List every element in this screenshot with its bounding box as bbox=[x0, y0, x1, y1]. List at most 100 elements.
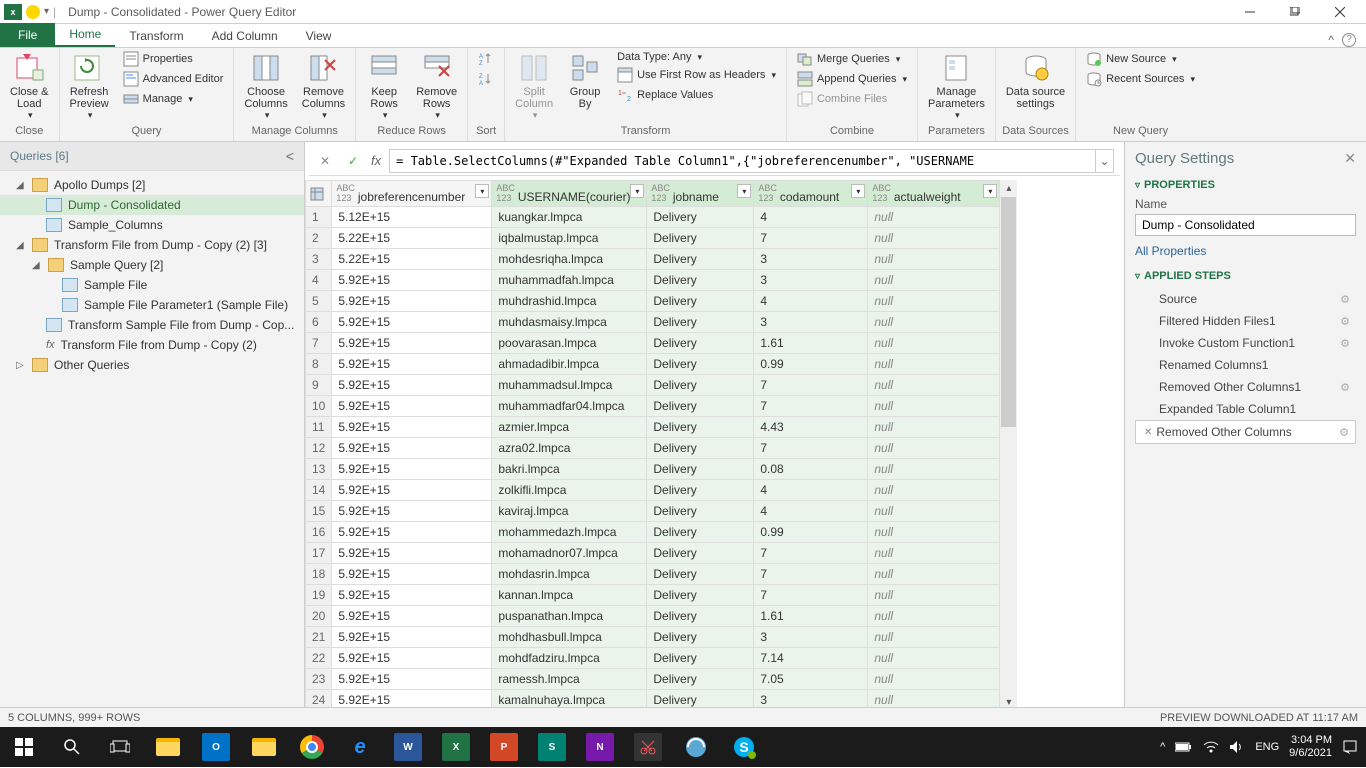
grid-cell[interactable]: Delivery bbox=[647, 354, 754, 375]
grid-cell[interactable]: 5.92E+15 bbox=[332, 648, 492, 669]
row-header[interactable]: 21 bbox=[306, 627, 332, 648]
applied-step[interactable]: Source⚙ bbox=[1135, 288, 1356, 310]
grid-cell[interactable]: 7 bbox=[754, 564, 868, 585]
remove-rows-button[interactable]: Remove Rows▾ bbox=[412, 50, 461, 123]
grid-cell[interactable]: 4 bbox=[754, 207, 868, 228]
smiley-icon[interactable] bbox=[26, 5, 40, 19]
grid-cell[interactable]: 5.92E+15 bbox=[332, 669, 492, 690]
close-load-button[interactable]: Close & Load▾ bbox=[6, 50, 53, 123]
tab-transform[interactable]: Transform bbox=[115, 25, 197, 47]
tree-arrow-icon[interactable]: ◢ bbox=[16, 180, 26, 191]
row-header[interactable]: 13 bbox=[306, 459, 332, 480]
maximize-button[interactable] bbox=[1272, 0, 1317, 24]
column-header[interactable]: ABC123codamount▾ bbox=[754, 181, 868, 207]
refresh-preview-button[interactable]: Refresh Preview▾ bbox=[66, 50, 113, 123]
grid-cell[interactable]: null bbox=[868, 585, 1000, 606]
query-name-input[interactable] bbox=[1135, 214, 1356, 236]
keep-rows-button[interactable]: Keep Rows▾ bbox=[362, 50, 406, 123]
tab-view[interactable]: View bbox=[292, 25, 346, 47]
app-word[interactable]: W bbox=[384, 727, 432, 767]
grid-cell[interactable]: ramessh.lmpca bbox=[492, 669, 647, 690]
applied-step[interactable]: ✕Removed Other Columns⚙ bbox=[1135, 420, 1356, 444]
tree-item[interactable]: Dump - Consolidated bbox=[0, 195, 304, 215]
fx-icon[interactable]: fx bbox=[371, 153, 381, 168]
task-view-button[interactable] bbox=[96, 727, 144, 767]
grid-cell[interactable]: 5.92E+15 bbox=[332, 312, 492, 333]
recent-sources-button[interactable]: Recent Sources▾ bbox=[1082, 70, 1199, 88]
grid-cell[interactable]: null bbox=[868, 354, 1000, 375]
grid-cell[interactable]: 5.92E+15 bbox=[332, 543, 492, 564]
app-sway[interactable]: S bbox=[528, 727, 576, 767]
column-type-icon[interactable]: ABC123 bbox=[758, 183, 777, 203]
properties-section-header[interactable]: PROPERTIES bbox=[1135, 179, 1356, 191]
grid-cell[interactable]: 3 bbox=[754, 312, 868, 333]
app-explorer[interactable] bbox=[144, 727, 192, 767]
applied-steps-header[interactable]: APPLIED STEPS bbox=[1135, 270, 1356, 282]
app-snip[interactable] bbox=[624, 727, 672, 767]
data-type-button[interactable]: Data Type: Any▾ bbox=[613, 50, 780, 64]
step-gear-icon[interactable]: ⚙ bbox=[1340, 337, 1350, 350]
row-header[interactable]: 16 bbox=[306, 522, 332, 543]
grid-cell[interactable]: 4 bbox=[754, 501, 868, 522]
grid-cell[interactable]: Delivery bbox=[647, 333, 754, 354]
settings-close-icon[interactable]: ✕ bbox=[1344, 150, 1356, 167]
row-header[interactable]: 17 bbox=[306, 543, 332, 564]
grid-cell[interactable]: puspanathan.lmpca bbox=[492, 606, 647, 627]
battery-icon[interactable] bbox=[1175, 741, 1193, 753]
scroll-up-icon[interactable]: ▴ bbox=[1006, 180, 1011, 197]
formula-input[interactable] bbox=[389, 149, 1096, 173]
grid-cell[interactable]: 0.08 bbox=[754, 459, 868, 480]
grid-cell[interactable]: 1.61 bbox=[754, 333, 868, 354]
queries-collapse-icon[interactable]: < bbox=[286, 148, 294, 164]
grid-cell[interactable]: iqbalmustap.lmpca bbox=[492, 228, 647, 249]
tree-item[interactable]: Sample_Columns bbox=[0, 215, 304, 235]
notifications-icon[interactable] bbox=[1342, 739, 1358, 755]
help-icon[interactable]: ? bbox=[1342, 33, 1356, 47]
tree-item[interactable]: Sample File Parameter1 (Sample File) bbox=[0, 295, 304, 315]
properties-button[interactable]: Properties bbox=[119, 50, 228, 68]
grid-cell[interactable]: null bbox=[868, 312, 1000, 333]
tree-item[interactable]: Sample File bbox=[0, 275, 304, 295]
grid-cell[interactable]: null bbox=[868, 417, 1000, 438]
applied-step[interactable]: Filtered Hidden Files1⚙ bbox=[1135, 310, 1356, 332]
tree-item[interactable]: ◢Transform File from Dump - Copy (2) [3] bbox=[0, 235, 304, 255]
grid-cell[interactable]: 5.92E+15 bbox=[332, 522, 492, 543]
wifi-icon[interactable] bbox=[1203, 741, 1219, 753]
grid-cell[interactable]: 5.12E+15 bbox=[332, 207, 492, 228]
grid-cell[interactable]: null bbox=[868, 627, 1000, 648]
column-filter-icon[interactable]: ▾ bbox=[630, 184, 644, 198]
grid-cell[interactable]: null bbox=[868, 501, 1000, 522]
manage-parameters-button[interactable]: Manage Parameters▾ bbox=[924, 50, 989, 123]
grid-cell[interactable]: kannan.lmpca bbox=[492, 585, 647, 606]
tab-add-column[interactable]: Add Column bbox=[198, 25, 292, 47]
app-chrome[interactable] bbox=[288, 727, 336, 767]
grid-cell[interactable]: Delivery bbox=[647, 543, 754, 564]
tree-item[interactable]: ▷Other Queries bbox=[0, 355, 304, 375]
first-row-headers-button[interactable]: Use First Row as Headers▾ bbox=[613, 66, 780, 84]
grid-cell[interactable]: 5.92E+15 bbox=[332, 627, 492, 648]
split-column-button[interactable]: Split Column▾ bbox=[511, 50, 557, 123]
step-gear-icon[interactable]: ⚙ bbox=[1340, 381, 1350, 394]
grid-cell[interactable]: null bbox=[868, 564, 1000, 585]
grid-cell[interactable]: 5.92E+15 bbox=[332, 459, 492, 480]
app-excel[interactable]: X bbox=[432, 727, 480, 767]
row-header[interactable]: 15 bbox=[306, 501, 332, 522]
column-filter-icon[interactable]: ▾ bbox=[475, 184, 489, 198]
step-gear-icon[interactable]: ⚙ bbox=[1340, 315, 1350, 328]
grid-cell[interactable]: 7 bbox=[754, 228, 868, 249]
sort-asc-button[interactable]: AZ bbox=[474, 50, 498, 68]
app-outlook[interactable]: O bbox=[192, 727, 240, 767]
grid-cell[interactable]: 5.92E+15 bbox=[332, 417, 492, 438]
grid-cell[interactable]: null bbox=[868, 333, 1000, 354]
formula-cancel-icon[interactable]: ✕ bbox=[315, 151, 335, 171]
grid-cell[interactable]: null bbox=[868, 522, 1000, 543]
formula-accept-icon[interactable]: ✓ bbox=[343, 151, 363, 171]
grid-cell[interactable]: null bbox=[868, 438, 1000, 459]
grid-cell[interactable]: 7 bbox=[754, 375, 868, 396]
group-by-button[interactable]: Group By bbox=[563, 50, 607, 112]
grid-cell[interactable]: kuangkar.lmpca bbox=[492, 207, 647, 228]
grid-cell[interactable]: 7 bbox=[754, 438, 868, 459]
grid-cell[interactable]: null bbox=[868, 249, 1000, 270]
manage-button[interactable]: Manage▾ bbox=[119, 90, 228, 108]
column-type-icon[interactable]: ABC123 bbox=[336, 183, 355, 203]
